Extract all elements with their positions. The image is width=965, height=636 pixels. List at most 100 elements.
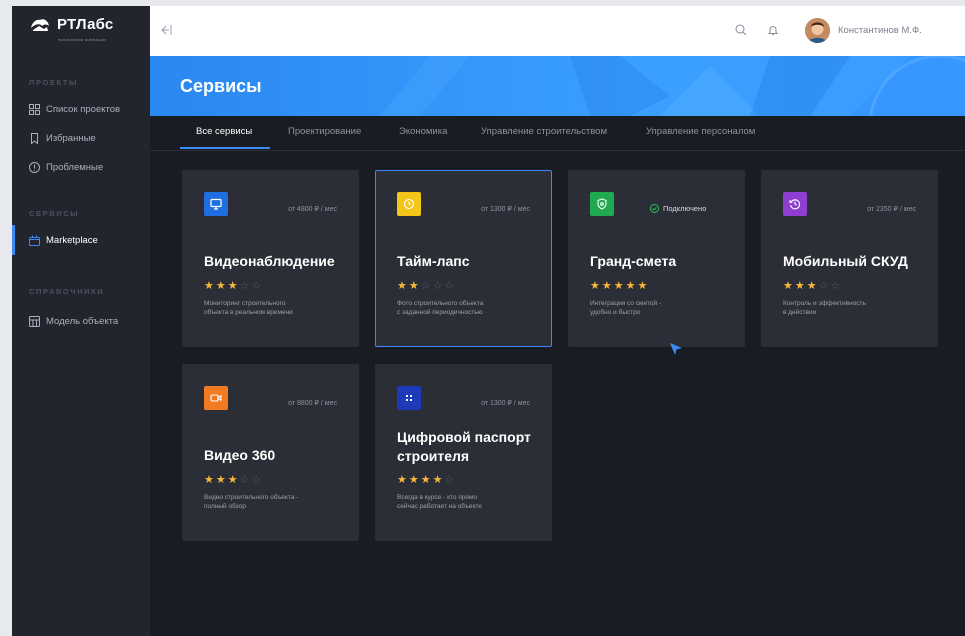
- service-card-video-surveillance[interactable]: от 4800 ₽ / мес Видеонаблюдение ★★★☆☆ Мо…: [182, 170, 359, 347]
- star-filled-icon: ★: [637, 280, 650, 292]
- bell-icon[interactable]: [767, 24, 779, 36]
- search-icon[interactable]: [735, 24, 747, 36]
- brand-name: РТЛабс: [57, 16, 114, 33]
- bookmark-icon: [31, 133, 38, 144]
- card-description-line: сейчас работает на объекте: [397, 502, 482, 510]
- star-filled-icon: ★: [432, 474, 445, 486]
- star-filled-icon: ★: [215, 474, 228, 486]
- star-empty-icon: ☆: [818, 280, 831, 292]
- tab-construction-management[interactable]: Управление строительством: [481, 126, 607, 137]
- star-empty-icon: ☆: [444, 474, 457, 486]
- status-label: Подключено: [663, 204, 707, 213]
- service-card-mobile-skud[interactable]: от 2350 ₽ / мес Мобильный СКУД ★★★☆☆ Кон…: [761, 170, 938, 347]
- history-icon: [789, 199, 801, 210]
- card-description-line: Всегда в курсе - кто прямо: [397, 494, 478, 501]
- sidebar-item-problematic[interactable]: Проблемные: [29, 162, 103, 173]
- card-title-line: Цифровой паспорт: [397, 429, 531, 445]
- card-icon-box: [590, 192, 614, 216]
- avatar[interactable]: [805, 18, 830, 43]
- page-banner: Сервисы: [150, 56, 965, 116]
- card-description: Всегда в курсе - кто прямо сейчас работае…: [397, 494, 547, 511]
- card-title: Видеонаблюдение: [204, 253, 335, 269]
- rating-stars: ★★★☆☆: [204, 280, 263, 292]
- top-bar: Константинов М.Ф.: [150, 6, 965, 56]
- star-filled-icon: ★: [625, 280, 638, 292]
- card-description-line: удобно и быстро: [590, 308, 641, 316]
- star-filled-icon: ★: [783, 280, 795, 292]
- sidebar-item-favorites[interactable]: Избранные: [29, 133, 96, 144]
- card-description-line: полный обзор: [204, 502, 246, 510]
- sidebar-item-label: Модель объекта: [46, 316, 119, 327]
- logo-icon: [31, 18, 49, 31]
- star-empty-icon: ☆: [251, 474, 264, 486]
- card-description-line: Мониторинг строительного: [204, 300, 286, 307]
- shield-icon: [597, 198, 607, 210]
- service-card-video-360[interactable]: от 8800 ₽ / мес Видео 360 ★★★☆☆ Видео ст…: [182, 364, 359, 541]
- star-filled-icon: ★: [227, 280, 240, 292]
- card-description: Фото строительного объекта с заданной пер…: [397, 300, 547, 317]
- sidebar-section-references: СПРАВОЧНИКИ: [29, 287, 105, 296]
- tab-economics[interactable]: Экономика: [399, 126, 447, 137]
- card-icon-box: [397, 386, 421, 410]
- card-description: Видео строительного объекта - полный обзо…: [204, 494, 354, 511]
- star-filled-icon: ★: [590, 280, 602, 292]
- star-filled-icon: ★: [806, 280, 819, 292]
- service-card-digital-passport[interactable]: от 1300 ₽ / мес Цифровой паспорт строител…: [375, 364, 552, 541]
- video-icon: [210, 394, 222, 402]
- card-price: от 1300 ₽ / мес: [481, 400, 530, 407]
- alert-circle-icon: [29, 162, 40, 173]
- card-description-line: Видео строительного объекта -: [204, 494, 299, 501]
- sidebar: РТЛабс ТЕХНОЛОГИИ КОМПАНИИ ПРОЕКТЫ Списо…: [12, 6, 150, 636]
- banner-decoration: [380, 56, 965, 116]
- card-icon-box: [783, 192, 807, 216]
- app-window: РТЛабс ТЕХНОЛОГИИ КОМПАНИИ ПРОЕКТЫ Списо…: [12, 6, 965, 636]
- star-filled-icon: ★: [794, 280, 807, 292]
- card-description: Мониторинг строительного объекта в реальн…: [204, 300, 354, 317]
- sidebar-item-project-list[interactable]: Список проектов: [29, 104, 120, 115]
- card-title-line: строителя: [397, 448, 470, 464]
- tab-personnel-management[interactable]: Управление персоналом: [646, 126, 755, 137]
- sidebar-section-services: СЕРВИСЫ: [29, 209, 80, 218]
- grid-icon: [29, 104, 40, 115]
- sidebar-item-object-model[interactable]: Модель объекта: [29, 316, 118, 327]
- sidebar-item-label: Избранные: [46, 133, 96, 144]
- rating-stars: ★★★☆☆: [204, 474, 263, 486]
- card-price: от 1300 ₽ / мес: [481, 206, 530, 213]
- card-title: Мобильный СКУД: [783, 253, 908, 269]
- rating-stars: ★★☆☆☆: [397, 280, 456, 292]
- service-card-grand-smeta[interactable]: Подключено Гранд-смета ★★★★★ Интеграция …: [568, 170, 745, 347]
- sidebar-item-marketplace[interactable]: Marketplace: [29, 235, 98, 246]
- card-description-line: Фото строительного объекта: [397, 300, 484, 307]
- star-filled-icon: ★: [204, 474, 216, 486]
- card-description-line: с заданной периодичностью: [397, 308, 483, 316]
- main-content: Константинов М.Ф. Сервисы Все сервисы Пр…: [150, 6, 965, 636]
- star-filled-icon: ★: [613, 280, 626, 292]
- star-filled-icon: ★: [397, 474, 409, 486]
- check-circle-icon: [650, 204, 659, 213]
- brand-tagline: ТЕХНОЛОГИИ КОМПАНИИ: [58, 38, 107, 42]
- user-name[interactable]: Константинов М.Ф.: [838, 25, 922, 36]
- star-empty-icon: ☆: [420, 280, 433, 292]
- qr-icon: [406, 395, 412, 401]
- tab-all-services[interactable]: Все сервисы: [196, 126, 252, 137]
- card-icon-box: [397, 192, 421, 216]
- sidebar-active-indicator: [12, 225, 15, 255]
- card-title: Гранд-смета: [590, 253, 677, 269]
- timer-icon: [403, 198, 415, 210]
- card-title: Цифровой паспорт строителя: [397, 428, 547, 466]
- star-filled-icon: ★: [227, 474, 240, 486]
- card-price: от 2350 ₽ / мес: [867, 206, 916, 213]
- rating-stars: ★★★★☆: [397, 474, 456, 486]
- card-description: Интеграция со сметой - удобно и быстро: [590, 300, 740, 317]
- star-filled-icon: ★: [204, 280, 216, 292]
- collapse-sidebar-icon[interactable]: [160, 24, 172, 36]
- monitor-icon: [210, 198, 222, 210]
- sidebar-item-label: Marketplace: [46, 235, 98, 246]
- star-empty-icon: ☆: [830, 280, 843, 292]
- star-empty-icon: ☆: [239, 280, 252, 292]
- service-card-timelapse[interactable]: от 1300 ₽ / мес Тайм-лапс ★★☆☆☆ Фото стр…: [375, 170, 552, 347]
- tab-design[interactable]: Проектирование: [288, 126, 361, 137]
- star-filled-icon: ★: [215, 280, 228, 292]
- star-empty-icon: ☆: [444, 280, 457, 292]
- logo[interactable]: РТЛабс ТЕХНОЛОГИИ КОМПАНИИ: [29, 16, 114, 42]
